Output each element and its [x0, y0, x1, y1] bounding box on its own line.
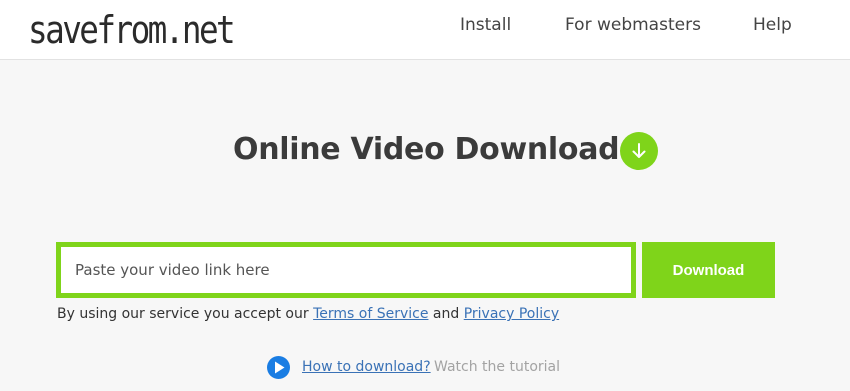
download-arrow-icon: [620, 132, 658, 170]
watch-tutorial-text: Watch the tutorial: [434, 359, 560, 375]
play-icon[interactable]: [267, 356, 290, 379]
site-logo[interactable]: savefrom.net: [28, 6, 236, 54]
nav-install-link[interactable]: Install: [460, 14, 511, 36]
terms-prefix: By using our service you accept our: [57, 306, 309, 322]
download-button[interactable]: Download: [642, 242, 775, 298]
site-header: savefrom.net Install For webmasters Help: [0, 0, 850, 60]
page-title: Online Video Downloader: [233, 132, 654, 167]
terms-and: and: [432, 306, 460, 322]
video-url-input[interactable]: [61, 247, 631, 293]
nav-help-link[interactable]: Help: [753, 14, 792, 36]
privacy-policy-link[interactable]: Privacy Policy: [464, 306, 559, 322]
url-input-wrapper: [56, 242, 636, 298]
nav-webmasters-link[interactable]: For webmasters: [565, 14, 701, 36]
how-to-download-link[interactable]: How to download?: [302, 358, 431, 376]
terms-of-service-link[interactable]: Terms of Service: [313, 306, 428, 322]
terms-notice: By using our service you accept our Term…: [57, 305, 559, 323]
hero-title-row: Online Video Downloader: [0, 128, 850, 174]
